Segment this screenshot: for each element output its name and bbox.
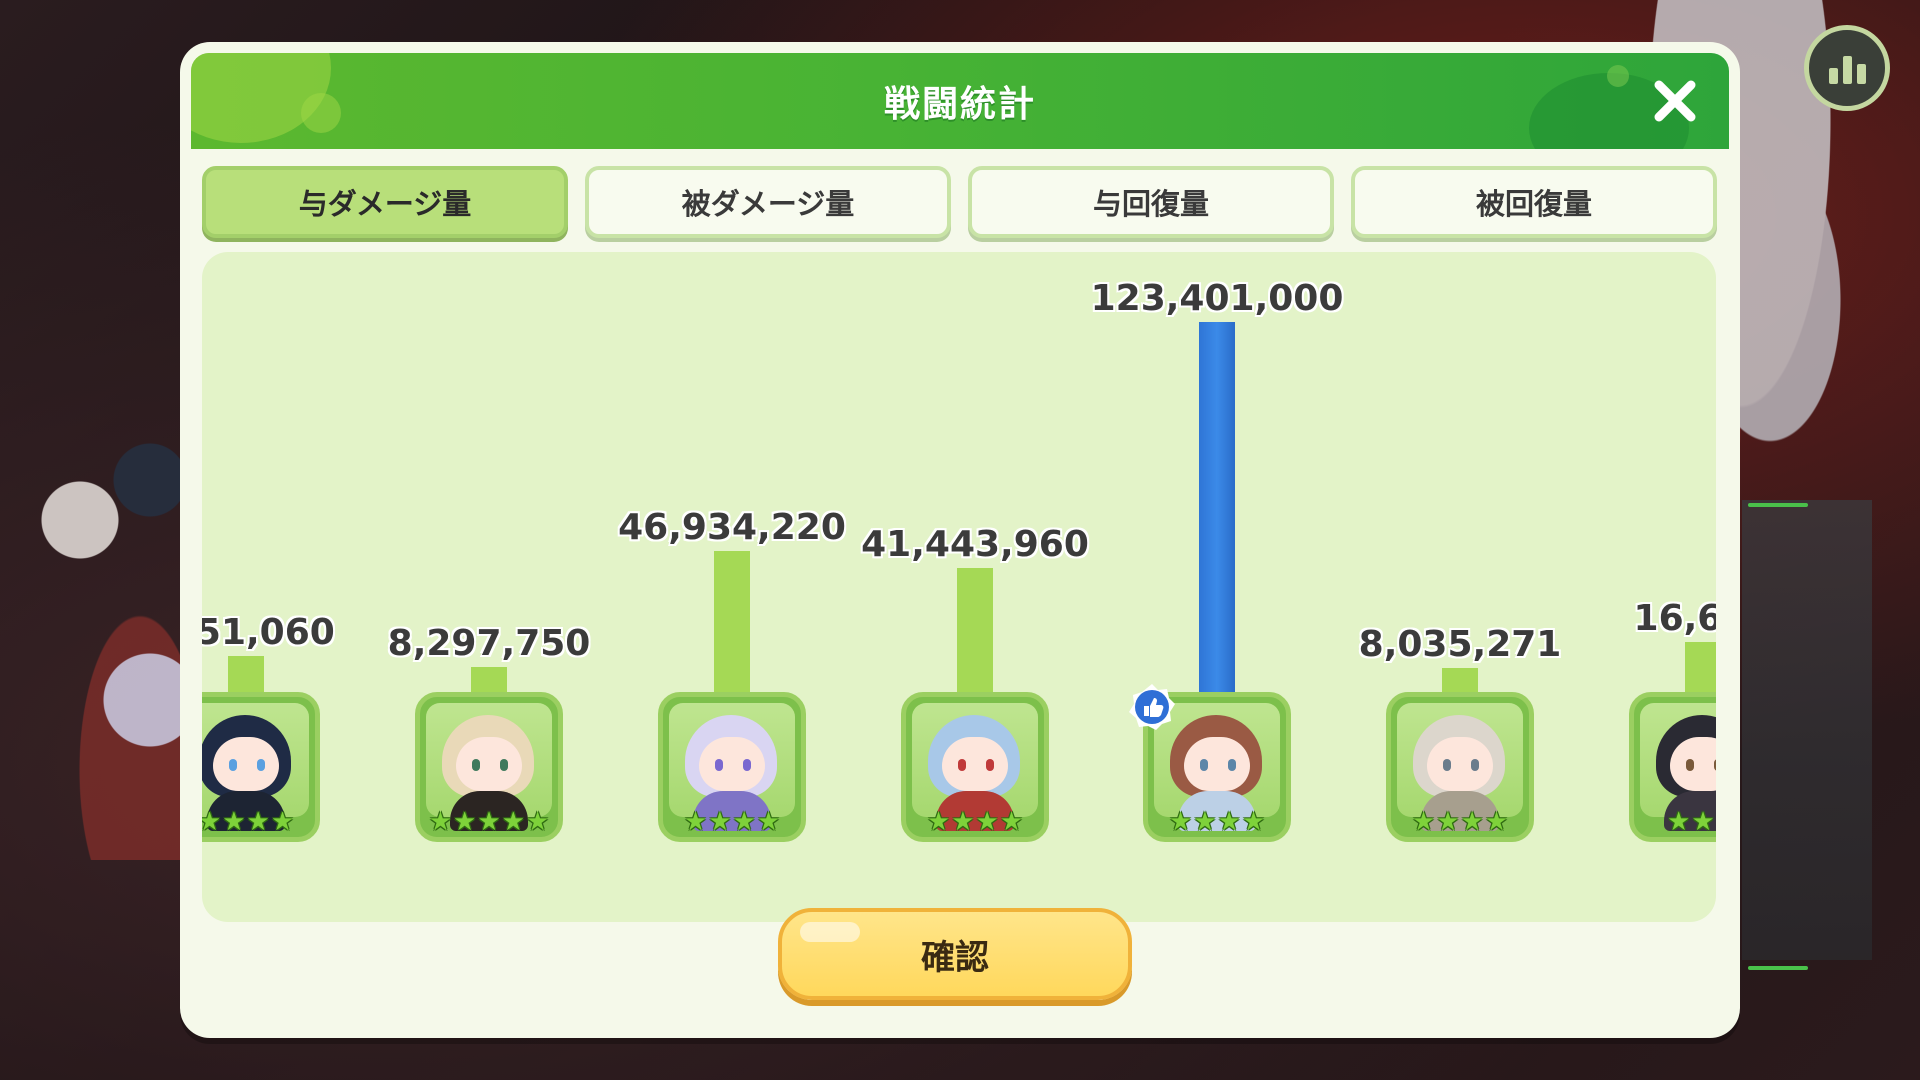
background-panel — [1742, 500, 1872, 960]
star-icon: ★ — [501, 807, 525, 837]
damage-chart: ,151,060★★★★8,297,750★★★★★46,934,220★★★★… — [202, 252, 1716, 922]
character-portrait[interactable]: ★★★★ — [202, 692, 320, 842]
close-icon[interactable] — [1649, 75, 1701, 127]
star-icon: ★ — [1484, 807, 1509, 837]
character-portrait[interactable]: ★★★★ — [658, 692, 806, 842]
star-icon: ★ — [951, 807, 975, 837]
star-icon: ★ — [1411, 807, 1436, 837]
star-icon: ★ — [1691, 807, 1715, 837]
background-hp-bar — [1748, 966, 1808, 970]
tab-healing-received[interactable]: 被回復量 — [1351, 166, 1717, 238]
damage-value-label: 41,443,960 — [861, 524, 1089, 565]
star-icon: ★ — [1168, 807, 1193, 837]
chart-bar — [228, 656, 264, 692]
character-portrait[interactable]: ★★★ — [1629, 692, 1716, 842]
star-icon: ★ — [246, 807, 270, 837]
star-icon: ★ — [270, 807, 295, 837]
rarity-stars: ★★★★ — [1391, 809, 1529, 835]
bar-chart-icon[interactable] — [1804, 25, 1890, 111]
star-icon: ★ — [1436, 807, 1460, 837]
star-icon: ★ — [1193, 807, 1217, 837]
damage-value-label: 123,401,000 — [1090, 278, 1344, 319]
chart-bar — [714, 551, 750, 692]
confirm-button[interactable]: 確認 — [778, 908, 1132, 1000]
rarity-stars: ★★★★ — [663, 809, 801, 835]
character-portrait[interactable]: ★★★★ — [1386, 692, 1534, 842]
damage-value-label: 16,682 — [1633, 598, 1716, 639]
rarity-stars: ★★★★ — [906, 809, 1044, 835]
rarity-stars: ★ ★ ★ ★ ★ — [420, 809, 558, 835]
battle-stats-dialog: 戦闘統計 与ダメージ量 被ダメージ量 与回復量 被回復量 ,151,060★★★… — [180, 42, 1740, 1038]
star-icon: ★ — [222, 807, 246, 837]
character-portrait[interactable]: ★ ★ ★ ★ ★ — [415, 692, 563, 842]
thumbs-up-badge-icon — [1129, 684, 1175, 730]
rarity-stars: ★★★★ — [1148, 809, 1286, 835]
star-icon: ★ — [708, 807, 732, 837]
star-icon: ★ — [756, 807, 781, 837]
star-icon: ★ — [732, 807, 756, 837]
star-icon: ★ — [428, 807, 453, 837]
chart-bar — [1442, 668, 1478, 692]
tab-damage-taken[interactable]: 被ダメージ量 — [585, 166, 951, 238]
star-icon: ★ — [999, 807, 1024, 837]
chart-bar — [1685, 642, 1716, 692]
star-icon: ★ — [1217, 807, 1241, 837]
star-icon: ★ — [477, 807, 501, 837]
chart-bar — [957, 568, 993, 692]
star-icon: ★ — [525, 807, 550, 837]
confirm-label: 確認 — [921, 937, 989, 978]
rarity-stars: ★★★ — [1634, 809, 1716, 835]
star-icon: ★ — [1241, 807, 1266, 837]
dialog-title: 戦闘統計 — [883, 84, 1036, 125]
background-hp-bar — [1748, 503, 1808, 507]
star-icon: ★ — [683, 807, 708, 837]
damage-value-label: 8,297,750 — [387, 623, 591, 664]
chart-bar — [471, 667, 507, 692]
star-icon: ★ — [975, 807, 999, 837]
character-portrait[interactable]: ★★★★ — [901, 692, 1049, 842]
chart-bar — [1199, 322, 1235, 692]
dialog-header: 戦闘統計 — [191, 53, 1729, 149]
star-icon: ★ — [1460, 807, 1484, 837]
tab-healing-done[interactable]: 与回復量 — [968, 166, 1334, 238]
star-icon: ★ — [453, 807, 477, 837]
star-icon: ★ — [1667, 807, 1691, 837]
star-icon: ★ — [202, 809, 221, 835]
tab-damage-dealt[interactable]: 与ダメージ量 — [202, 166, 568, 238]
star-icon: ★ — [926, 807, 951, 837]
rarity-stars: ★★★★ — [202, 809, 315, 835]
